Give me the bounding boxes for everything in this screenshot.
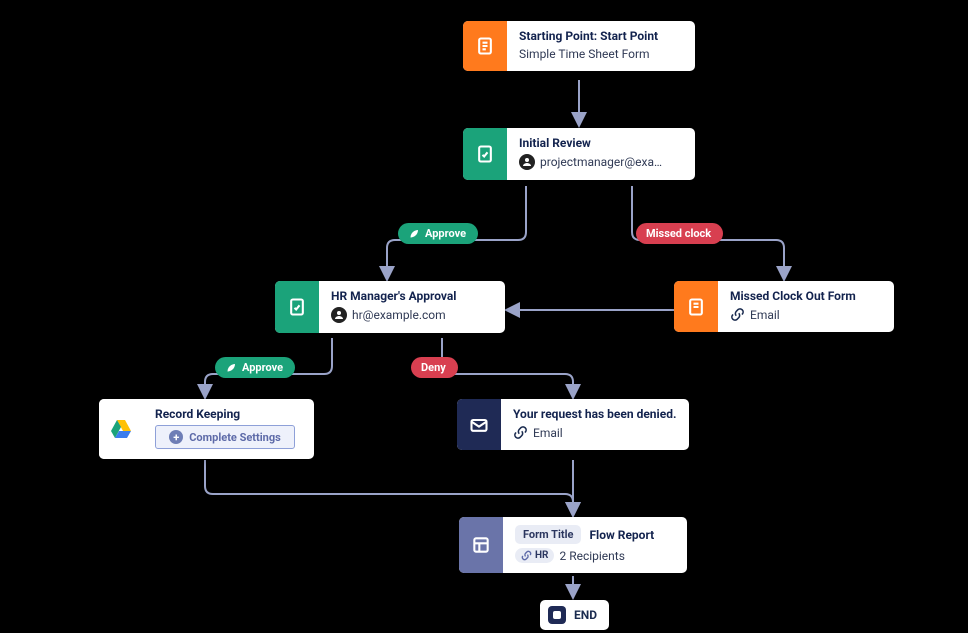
- approval-icon: [463, 128, 507, 180]
- recipients-label: 2 Recipients: [559, 549, 624, 563]
- stop-icon: [548, 606, 566, 624]
- plus-icon: +: [169, 430, 183, 444]
- hr-approval-assignee: hr@example.com: [352, 308, 446, 322]
- missed-clock-title: Missed Clock Out Form: [730, 289, 856, 303]
- node-denied[interactable]: Your request has been denied. Email: [457, 399, 689, 450]
- denied-title: Your request has been denied.: [513, 407, 676, 421]
- record-keeping-title: Record Keeping: [155, 407, 295, 421]
- link-icon: [730, 307, 745, 322]
- user-avatar-icon: [519, 154, 535, 170]
- flow-canvas: Starting Point: Start Point Simple Time …: [0, 0, 968, 633]
- end-label: END: [574, 608, 597, 622]
- node-final-report[interactable]: Form Title Flow Report HR 2 Recipients: [459, 517, 687, 573]
- pill-deny[interactable]: Deny: [411, 357, 458, 378]
- flow-report-label: Flow Report: [589, 528, 654, 542]
- form-title-chip: Form Title: [515, 525, 581, 544]
- node-end[interactable]: END: [540, 600, 609, 630]
- node-missed-clock[interactable]: Missed Clock Out Form Email: [674, 281, 894, 332]
- denied-channel: Email: [533, 426, 563, 440]
- leaf-icon: [408, 228, 420, 240]
- complete-settings-button[interactable]: + Complete Settings: [155, 425, 295, 449]
- pill-approve-1[interactable]: Approve: [398, 223, 478, 244]
- missed-clock-channel: Email: [750, 308, 780, 322]
- pill-approve-2[interactable]: Approve: [215, 357, 295, 378]
- google-drive-icon: [99, 399, 143, 459]
- start-subtitle: Simple Time Sheet Form: [519, 47, 658, 61]
- hr-chip: HR: [515, 548, 554, 563]
- start-title: Starting Point: Start Point: [519, 29, 658, 43]
- envelope-icon: [457, 399, 501, 450]
- leaf-icon: [225, 362, 237, 374]
- user-avatar-icon: [331, 307, 347, 323]
- node-start[interactable]: Starting Point: Start Point Simple Time …: [463, 21, 695, 71]
- document-icon: [463, 21, 507, 71]
- pill-missed-clock[interactable]: Missed clock: [636, 223, 723, 244]
- node-hr-approval[interactable]: HR Manager's Approval hr@example.com: [275, 281, 505, 333]
- link-icon: [513, 425, 528, 440]
- form-forward-icon: [674, 281, 718, 332]
- node-record-keeping[interactable]: Record Keeping + Complete Settings: [99, 399, 314, 459]
- node-initial-review[interactable]: Initial Review projectmanager@exa…: [463, 128, 695, 180]
- initial-review-title: Initial Review: [519, 136, 662, 150]
- table-icon: [459, 517, 503, 573]
- approval-icon: [275, 281, 319, 333]
- initial-review-assignee: projectmanager@exa…: [540, 155, 662, 169]
- hr-approval-title: HR Manager's Approval: [331, 289, 456, 303]
